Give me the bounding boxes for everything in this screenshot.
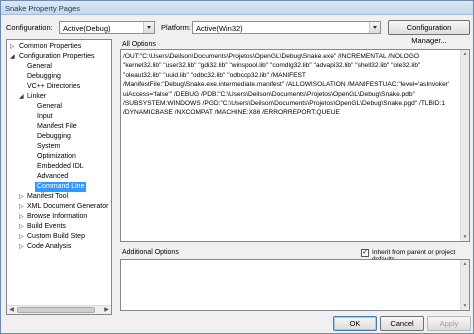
tree-item-linker-input[interactable]: Input: [37, 112, 53, 122]
scroll-up-icon[interactable]: ▲: [461, 260, 469, 268]
property-tree: ▷ Common Properties ◢ Configuration Prop…: [6, 39, 112, 315]
property-pages-dialog: Snake Property Pages Configuration: Acti…: [0, 0, 474, 334]
additional-options-vertical-scrollbar[interactable]: ▲ ▼: [460, 260, 469, 310]
scroll-up-icon[interactable]: ▲: [461, 50, 469, 58]
all-options-label: All Options: [122, 41, 156, 48]
tree-item-linker-system[interactable]: System: [37, 142, 60, 152]
configuration-dropdown[interactable]: Active(Debug): [59, 21, 155, 34]
cancel-button[interactable]: Cancel: [380, 316, 424, 331]
scroll-down-icon[interactable]: ▼: [461, 233, 469, 241]
collapse-arrow-icon[interactable]: ◢: [10, 52, 16, 62]
tree-item-linker-optimization[interactable]: Optimization: [37, 152, 76, 162]
apply-button[interactable]: Apply: [427, 316, 471, 331]
tree-item-code-analysis[interactable]: Code Analysis: [27, 242, 71, 252]
configuration-value: Active(Debug): [63, 24, 111, 33]
tree-item-custom-build-step[interactable]: Custom Build Step: [27, 232, 85, 242]
tree-item-build-events[interactable]: Build Events: [27, 222, 66, 232]
platform-label: Platform:: [161, 23, 192, 32]
expand-arrow-icon[interactable]: ▷: [19, 222, 25, 232]
platform-dropdown[interactable]: Active(Win32): [192, 21, 381, 34]
tree-item-vc-directories[interactable]: VC++ Directories: [27, 82, 80, 92]
ok-button[interactable]: OK: [333, 316, 377, 331]
expand-arrow-icon[interactable]: ▷: [19, 212, 25, 222]
tree-item-linker-general[interactable]: General: [37, 102, 62, 112]
inherit-checkbox[interactable]: ✓: [361, 249, 369, 257]
scroll-right-icon[interactable]: ▶: [102, 306, 111, 314]
title-bar: Snake Property Pages: [1, 1, 473, 15]
all-options-text: /OUT:"C:\Users\Deilson\Documents\Projeto…: [123, 53, 450, 117]
tree-horizontal-scrollbar[interactable]: ◀ ▶: [7, 305, 111, 314]
tree-item-linker-advanced[interactable]: Advanced: [37, 172, 68, 182]
expand-arrow-icon[interactable]: ▷: [19, 202, 25, 212]
scrollbar-thumb[interactable]: [17, 307, 95, 313]
tree-item-browse-information[interactable]: Browse Information: [27, 212, 87, 222]
chevron-down-icon: [143, 22, 154, 33]
expand-arrow-icon[interactable]: ▷: [19, 232, 25, 242]
tree-item-manifest-tool[interactable]: Manifest Tool: [27, 192, 68, 202]
tree-item-common-properties[interactable]: Common Properties: [19, 42, 81, 52]
tree-item-linker-manifest-file[interactable]: Manifest File: [37, 122, 77, 132]
scroll-down-icon[interactable]: ▼: [461, 302, 469, 310]
tree-item-linker-debugging[interactable]: Debugging: [37, 132, 71, 142]
all-options-textbox[interactable]: /OUT:"C:\Users\Deilson\Documents\Projeto…: [120, 49, 470, 242]
collapse-arrow-icon[interactable]: ◢: [19, 92, 25, 102]
all-options-vertical-scrollbar[interactable]: ▲ ▼: [460, 50, 469, 241]
tree-item-debugging[interactable]: Debugging: [27, 72, 61, 82]
tree-item-configuration-properties[interactable]: Configuration Properties: [19, 52, 95, 62]
additional-options-textbox[interactable]: ▲ ▼: [120, 259, 470, 311]
tree-item-xml-document-generator[interactable]: XML Document Generator: [27, 202, 108, 212]
tree-item-linker-embedded-idl[interactable]: Embedded IDL: [37, 162, 84, 172]
expand-arrow-icon[interactable]: ▷: [19, 192, 25, 202]
configuration-manager-button[interactable]: Configuration Manager...: [388, 20, 470, 45]
scroll-left-icon[interactable]: ◀: [7, 306, 16, 314]
expand-arrow-icon[interactable]: ▷: [10, 42, 16, 52]
expand-arrow-icon[interactable]: ▷: [19, 242, 25, 252]
tree-item-general[interactable]: General: [27, 62, 52, 72]
configuration-label: Configuration:: [6, 23, 53, 32]
chevron-down-icon: [369, 22, 380, 33]
tree-item-linker[interactable]: Linker: [27, 92, 46, 102]
platform-value: Active(Win32): [196, 24, 243, 33]
additional-options-label: Additional Options: [122, 249, 179, 256]
window-title: Snake Property Pages: [5, 4, 81, 13]
tree-item-linker-command-line[interactable]: Command Line: [35, 182, 87, 192]
